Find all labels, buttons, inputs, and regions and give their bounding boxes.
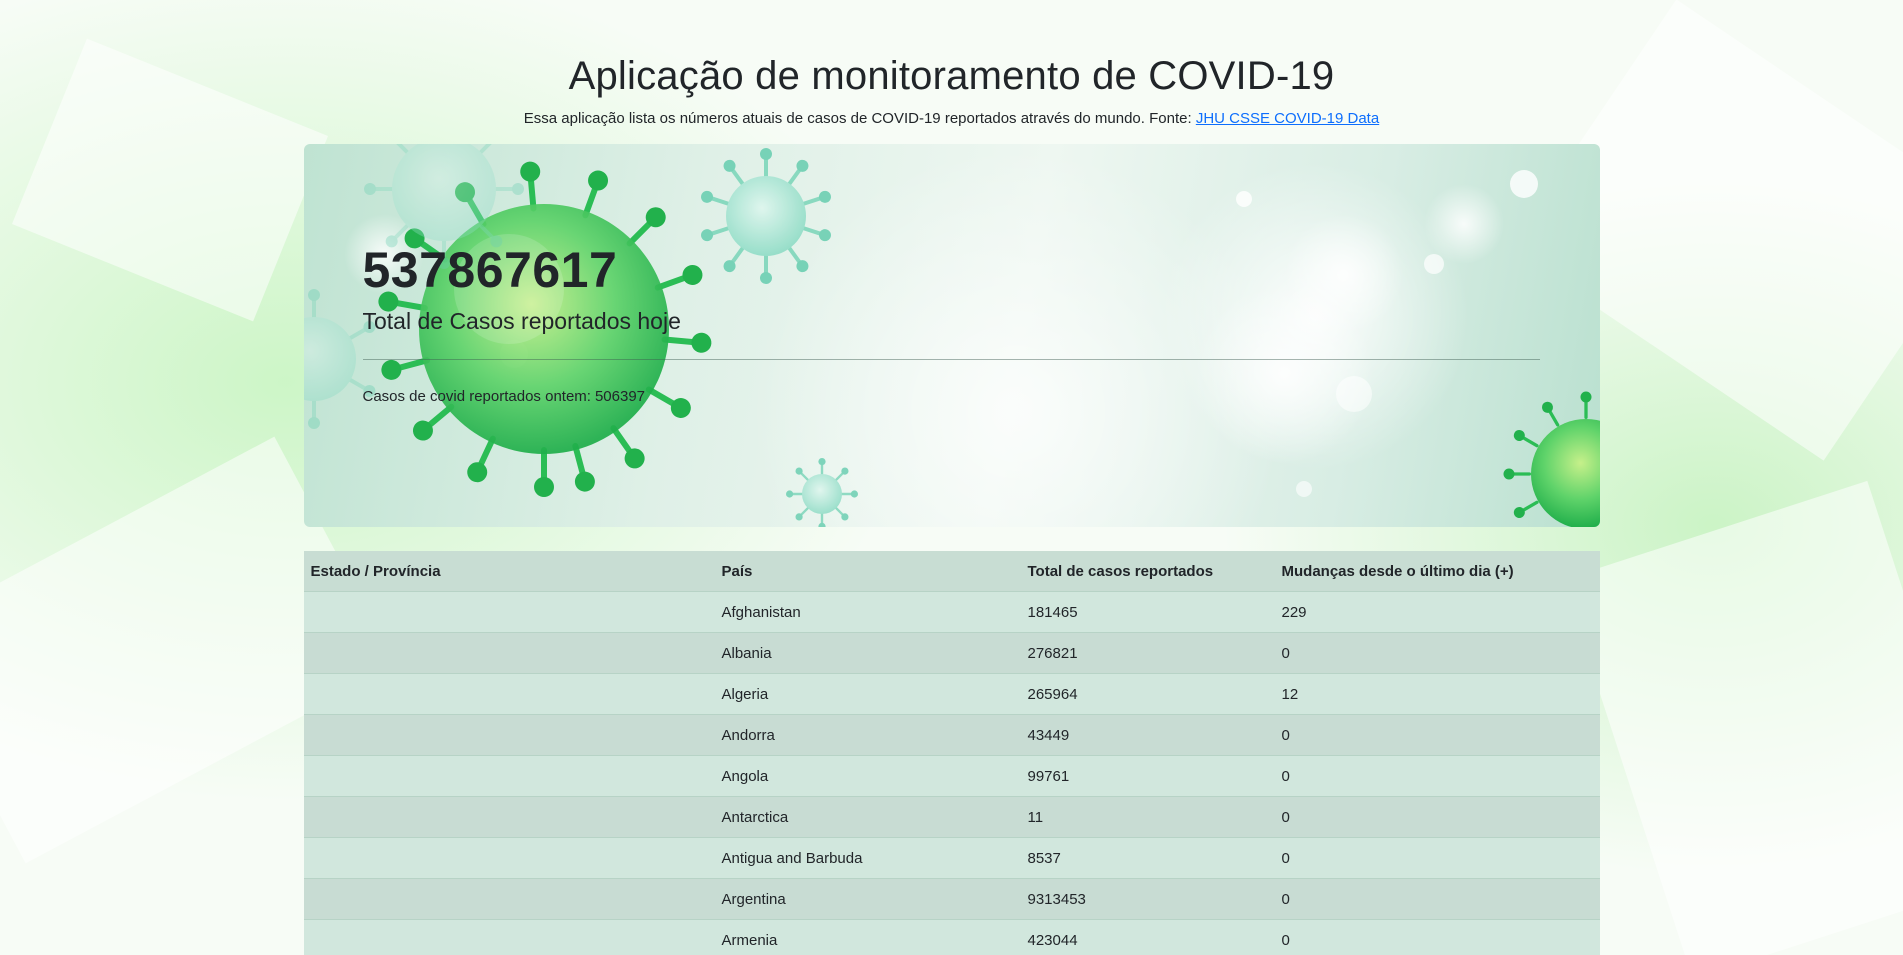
subtitle-text: Essa aplicação lista os números atuais d… [523,110,1192,127]
table-row: Albania 276821 0 [303,632,1600,674]
column-header-country: País [714,551,1021,592]
cell-state [303,755,715,797]
cell-change: 0 [1274,878,1600,920]
yesterday-cases: Casos de covid reportados ontem: 506397 [363,387,1540,407]
cell-state [303,714,715,756]
table-row: Angola 99761 0 [303,755,1600,797]
cases-table: Estado / Província País Total de casos r… [303,551,1600,955]
cell-country: Antigua and Barbuda [714,837,1021,879]
column-header-total: Total de casos reportados [1020,551,1275,592]
table-row: Argentina 9313453 0 [303,878,1600,920]
cell-change: 0 [1274,632,1600,674]
column-header-change: Mudanças desde o último dia (+) [1274,551,1600,592]
cell-total: 11 [1020,796,1275,838]
cell-country: Antarctica [714,796,1021,838]
cell-country: Algeria [714,673,1021,715]
summary-banner: 537867617 Total de Casos reportados hoje… [303,144,1600,527]
total-cases-value: 537867617 [362,242,618,298]
table-header-row: Estado / Província País Total de casos r… [303,551,1600,592]
cell-change: 0 [1274,714,1600,756]
cell-country: Albania [714,632,1021,674]
total-cases-label: Total de Casos reportados hoje [362,308,681,334]
page-container: Aplicação de monitoramento de COVID-19 E… [303,0,1600,955]
cell-state [303,591,715,633]
cell-change: 0 [1274,796,1600,838]
cell-change: 0 [1274,837,1600,879]
cell-state [303,796,715,838]
table-row: Andorra 43449 0 [303,714,1600,756]
summary-content: 537867617 Total de Casos reportados hoje… [362,240,1540,407]
cell-total: 423044 [1020,919,1275,955]
cell-total: 265964 [1020,673,1275,715]
cell-state [303,919,715,955]
cell-total: 9313453 [1020,878,1275,920]
yesterday-cases-value: 506397 [594,388,646,405]
cell-state [303,878,715,920]
cell-change: 12 [1274,673,1600,715]
cell-country: Andorra [714,714,1021,756]
table-row: Antarctica 11 0 [303,796,1600,838]
table-row: Antigua and Barbuda 8537 0 [303,837,1600,879]
cell-change: 0 [1274,755,1600,797]
column-header-state: Estado / Província [303,551,715,592]
cell-country: Afghanistan [714,591,1021,633]
cell-total: 276821 [1020,632,1275,674]
page-title: Aplicação de monitoramento de COVID-19 [568,54,1335,98]
summary-divider [362,359,1540,360]
yesterday-cases-label: Casos de covid reportados ontem: [362,388,591,405]
cell-country: Argentina [714,878,1021,920]
cell-total: 181465 [1020,591,1275,633]
source-link[interactable]: JHU CSSE COVID-19 Data [1196,110,1379,127]
page-subtitle: Essa aplicação lista os números atuais d… [304,108,1600,130]
cell-change: 229 [1274,591,1600,633]
cell-total: 8537 [1020,837,1275,879]
cell-state [303,673,715,715]
cell-state [303,632,715,674]
table-row: Armenia 423044 0 [303,919,1600,955]
table-row: Afghanistan 181465 229 [303,591,1600,633]
cell-change: 0 [1274,919,1600,955]
cell-country: Angola [714,755,1021,797]
cell-state [303,837,715,879]
table-row: Algeria 265964 12 [303,673,1600,715]
cell-country: Armenia [714,919,1021,955]
cell-total: 99761 [1020,755,1275,797]
cell-total: 43449 [1020,714,1275,756]
